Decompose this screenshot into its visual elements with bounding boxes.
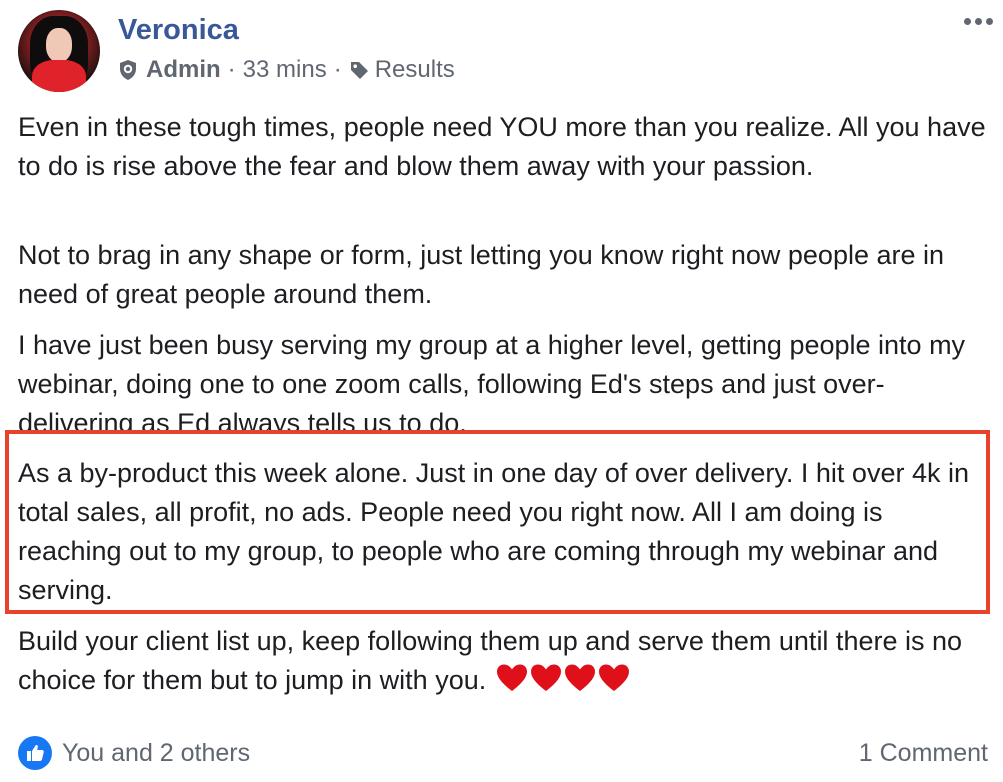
meta-separator: ·	[333, 56, 342, 83]
comments-count[interactable]: 1 Comment	[859, 739, 988, 768]
heart-icon	[599, 664, 630, 691]
post-paragraph: Even in these tough times, people need Y…	[18, 112, 986, 181]
reactions-text: You and 2 others	[62, 738, 251, 767]
post-paragraph-text: Build your client list up, keep followin…	[18, 626, 963, 695]
author-avatar[interactable]	[18, 10, 100, 92]
avatar-face	[46, 28, 72, 62]
post-time[interactable]: 33 mins	[243, 56, 327, 84]
more-options-icon[interactable]	[964, 18, 993, 25]
admin-badge-icon	[120, 60, 136, 80]
post-topic[interactable]: Results	[375, 56, 455, 84]
meta-separator: ·	[227, 56, 236, 83]
author-name[interactable]: Veronica	[118, 14, 239, 47]
post-paragraph: I have just been busy serving my group a…	[18, 330, 966, 434]
heart-icon	[565, 664, 596, 691]
post-paragraph: Not to brag in any shape or form, just l…	[18, 240, 945, 309]
post-footer: You and 2 others 1 Comment	[18, 733, 988, 773]
post-meta: Admin · 33 mins · Results	[118, 56, 455, 84]
reactions-summary[interactable]: You and 2 others	[18, 736, 250, 770]
heart-icon	[531, 664, 562, 691]
author-role: Admin	[146, 56, 221, 83]
post-paragraph: Build your client list up, keep followin…	[18, 622, 988, 700]
heart-icon	[497, 664, 528, 691]
tag-icon	[350, 62, 368, 79]
heart-emojis	[496, 663, 630, 693]
avatar-dress	[32, 60, 86, 92]
post-paragraph-highlighted: As a by-product this week alone. Just in…	[18, 458, 969, 605]
like-icon	[18, 736, 52, 770]
